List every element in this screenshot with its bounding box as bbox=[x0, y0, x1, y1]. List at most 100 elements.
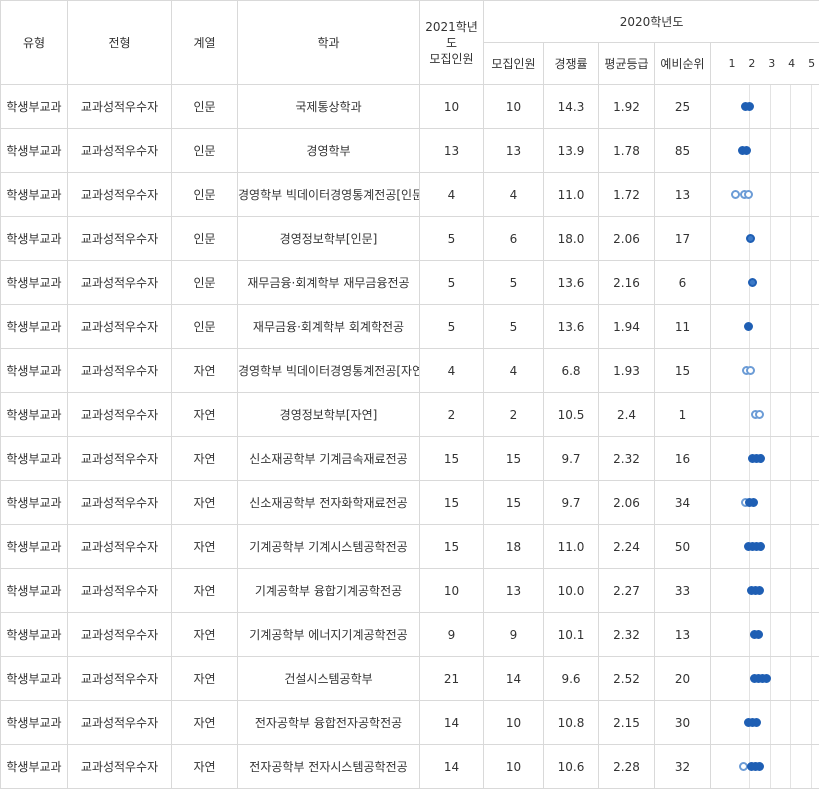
cell-2021-quota: 14 bbox=[419, 700, 484, 745]
table-row[interactable]: 학생부교과 교과성적우수자 자연 경영정보학부[자연] 2 2 10.5 2.4 1 bbox=[0, 392, 819, 437]
col-header-dept[interactable]: 학과 bbox=[237, 0, 420, 85]
cell-type: 학생부교과 bbox=[0, 480, 68, 525]
table-row[interactable]: 학생부교과 교과성적우수자 자연 기계공학부 기계시스템공학전공 15 18 11.0 2.2… bbox=[0, 524, 819, 569]
grade-gridline bbox=[790, 481, 791, 524]
cell-waitlist: 85 bbox=[654, 128, 711, 173]
cell-2021-quota: 21 bbox=[419, 656, 484, 701]
cell-dept: 전자공학부 전자시스템공학전공 bbox=[237, 744, 420, 789]
cell-waitlist: 15 bbox=[654, 348, 711, 393]
grade-gridline bbox=[810, 613, 812, 656]
grade-distribution-cell bbox=[720, 348, 819, 393]
col-header-quota[interactable]: 모집인원 bbox=[483, 42, 544, 85]
cell-2021-quota: 14 bbox=[419, 744, 484, 789]
cell-rate: 11.0 bbox=[543, 172, 599, 217]
cell-quota: 10 bbox=[483, 744, 544, 789]
cell-track: 인문 bbox=[171, 84, 238, 129]
table-row[interactable]: 학생부교과 교과성적우수자 인문 경영학부 빅데이터경영통계전공[인문] 4 4 11.0 1… bbox=[0, 172, 819, 217]
grade-dot bbox=[752, 718, 762, 727]
row-spacer bbox=[710, 744, 721, 789]
grade-dot bbox=[748, 278, 758, 287]
cell-rate: 14.3 bbox=[543, 84, 599, 129]
cell-type: 학생부교과 bbox=[0, 744, 68, 789]
table-row[interactable]: 학생부교과 교과성적우수자 자연 기계공학부 융합기계공학전공 10 13 10.0 2.27… bbox=[0, 568, 819, 613]
cell-2021-quota: 9 bbox=[419, 612, 484, 657]
cell-rate: 9.6 bbox=[543, 656, 599, 701]
cell-type: 학생부교과 bbox=[0, 524, 68, 569]
grade-gridline bbox=[810, 437, 812, 480]
cell-avg: 1.92 bbox=[598, 84, 655, 129]
grade-dot bbox=[749, 498, 759, 507]
table-row[interactable]: 학생부교과 교과성적우수자 자연 신소재공학부 전자화학재료전공 15 15 9.7 2.06… bbox=[0, 480, 819, 525]
cell-rate: 10.8 bbox=[543, 700, 599, 745]
col-header-2021-quota[interactable]: 2021학년도 모집인원 bbox=[419, 0, 484, 85]
table-row[interactable]: 학생부교과 교과성적우수자 자연 기계공학부 에너지기계공학전공 9 9 10.1 2.32 1… bbox=[0, 612, 819, 657]
table-row[interactable]: 학생부교과 교과성적우수자 인문 경영학부 13 13 13.9 1.78 85 bbox=[0, 128, 819, 173]
grade-tick: 2 bbox=[748, 57, 756, 70]
cell-type: 학생부교과 bbox=[0, 260, 68, 305]
col-header-type[interactable]: 유형 bbox=[0, 0, 68, 85]
grade-gridline bbox=[790, 173, 791, 216]
grade-distribution-cell bbox=[720, 656, 819, 701]
cell-admission: 교과성적우수자 bbox=[67, 348, 172, 393]
col-header-2020[interactable]: 2020학년도 bbox=[482, 0, 819, 43]
row-spacer bbox=[710, 84, 721, 129]
grade-distribution-cell bbox=[720, 524, 819, 569]
col-header-spacer bbox=[710, 42, 721, 85]
cell-track: 인문 bbox=[171, 216, 238, 261]
cell-waitlist: 6 bbox=[654, 260, 711, 305]
grade-distribution-cell bbox=[720, 700, 819, 745]
cell-dept: 건설시스템공학부 bbox=[237, 656, 420, 701]
grade-dot bbox=[730, 190, 740, 199]
grade-dot bbox=[755, 410, 765, 419]
col-header-waitlist[interactable]: 예비순위 bbox=[654, 42, 711, 85]
cell-admission: 교과성적우수자 bbox=[67, 480, 172, 525]
grade-gridline bbox=[769, 261, 771, 304]
grade-gridline bbox=[790, 85, 791, 128]
grade-gridline bbox=[769, 393, 771, 436]
grade-dot bbox=[746, 234, 756, 243]
cell-2021-quota: 5 bbox=[419, 260, 484, 305]
grade-gridline bbox=[810, 481, 812, 524]
cell-track: 자연 bbox=[171, 700, 238, 745]
grade-gridline bbox=[810, 305, 812, 348]
cell-track: 자연 bbox=[171, 656, 238, 701]
cell-avg: 2.06 bbox=[598, 480, 655, 525]
table-row[interactable]: 학생부교과 교과성적우수자 인문 재무금융·회계학부 재무금융전공 5 5 13.6 2.16… bbox=[0, 260, 819, 305]
grade-gridline bbox=[810, 349, 812, 392]
cell-admission: 교과성적우수자 bbox=[67, 392, 172, 437]
grade-gridline bbox=[769, 129, 771, 172]
grade-distribution-cell bbox=[720, 612, 819, 657]
cell-admission: 교과성적우수자 bbox=[67, 304, 172, 349]
cell-admission: 교과성적우수자 bbox=[67, 260, 172, 305]
cell-track: 자연 bbox=[171, 612, 238, 657]
table-row[interactable]: 학생부교과 교과성적우수자 자연 신소재공학부 기계금속재료전공 15 15 9.7 2.32… bbox=[0, 436, 819, 481]
grade-gridline bbox=[769, 481, 771, 524]
grade-dot bbox=[755, 542, 765, 551]
col-header-track[interactable]: 계열 bbox=[171, 0, 238, 85]
table-row[interactable]: 학생부교과 교과성적우수자 인문 국제통상학과 10 10 14.3 1.92 25 bbox=[0, 84, 819, 129]
cell-track: 인문 bbox=[171, 260, 238, 305]
table-row[interactable]: 학생부교과 교과성적우수자 자연 건설시스템공학부 21 14 9.6 2.52 20 bbox=[0, 656, 819, 701]
col-header-admission[interactable]: 전형 bbox=[67, 0, 172, 85]
cell-track: 인문 bbox=[171, 128, 238, 173]
cell-avg: 2.32 bbox=[598, 612, 655, 657]
grade-gridline bbox=[790, 745, 791, 788]
table-row[interactable]: 학생부교과 교과성적우수자 인문 경영정보학부[인문] 5 6 18.0 2.06 17 bbox=[0, 216, 819, 261]
table-row[interactable]: 학생부교과 교과성적우수자 인문 재무금융·회계학부 회계학전공 5 5 13.6 1.94 1… bbox=[0, 304, 819, 349]
cell-rate: 13.6 bbox=[543, 304, 599, 349]
col-header-rate[interactable]: 경쟁률 bbox=[543, 42, 599, 85]
cell-waitlist: 30 bbox=[654, 700, 711, 745]
grade-tick: 4 bbox=[788, 57, 796, 70]
cell-avg: 2.15 bbox=[598, 700, 655, 745]
table-row[interactable]: 학생부교과 교과성적우수자 자연 전자공학부 융합전자공학전공 14 10 10.8 2.15… bbox=[0, 700, 819, 745]
grade-distribution-cell bbox=[720, 128, 819, 173]
table-row[interactable]: 학생부교과 교과성적우수자 자연 경영학부 빅데이터경영통계전공[자연] 4 4 6.8 1.… bbox=[0, 348, 819, 393]
col-header-avg[interactable]: 평균등급 bbox=[598, 42, 655, 85]
grade-distribution-cell bbox=[720, 304, 819, 349]
cell-quota: 5 bbox=[483, 304, 544, 349]
cell-2021-quota: 5 bbox=[419, 216, 484, 261]
cell-dept: 신소재공학부 기계금속재료전공 bbox=[237, 436, 420, 481]
cell-quota: 6 bbox=[483, 216, 544, 261]
grade-tick: 1 bbox=[728, 57, 736, 70]
table-row[interactable]: 학생부교과 교과성적우수자 자연 전자공학부 전자시스템공학전공 14 10 10.6 2.2… bbox=[0, 744, 819, 789]
